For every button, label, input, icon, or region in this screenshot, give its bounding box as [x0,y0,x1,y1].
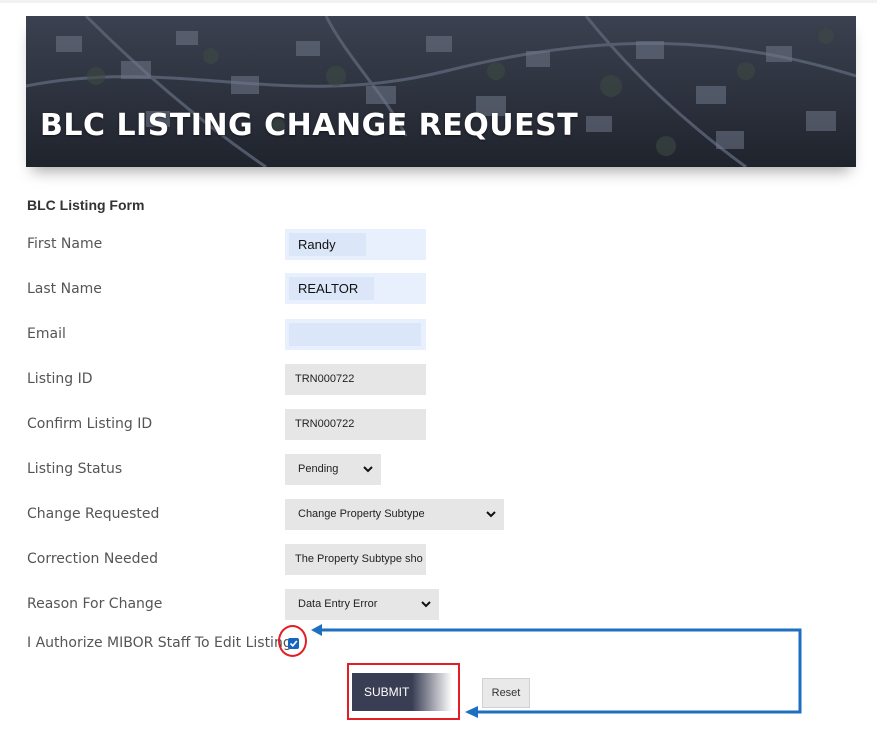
annotation-arrows [311,624,802,718]
arrowhead-icon [465,706,478,718]
connector-line [320,628,802,714]
arrowhead-icon [311,624,322,636]
